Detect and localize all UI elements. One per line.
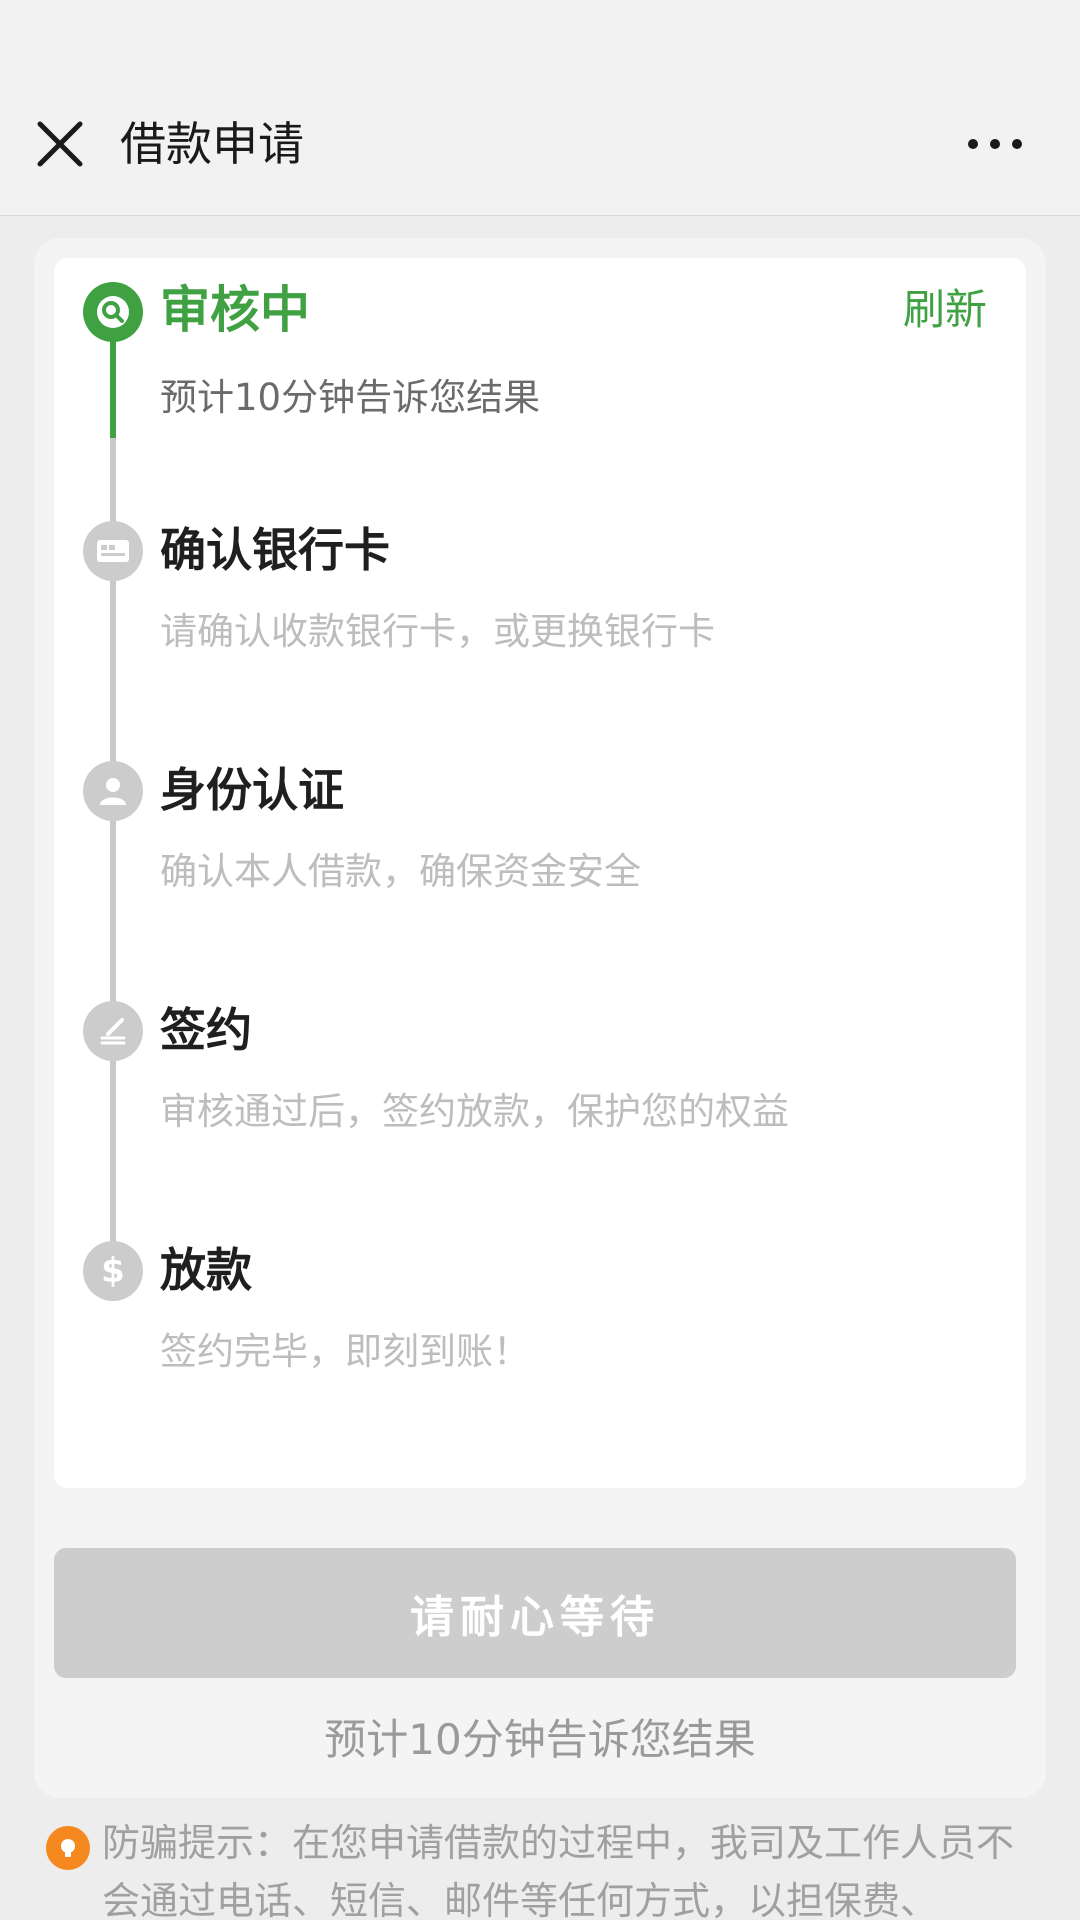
step-identity-desc: 确认本人借款，确保资金安全 [160,850,641,893]
step-sign-desc: 审核通过后，签约放款，保护您的权益 [160,1090,789,1133]
step-bank-card-title: 确认银行卡 [160,523,390,577]
step-sign-icon-badge [83,1001,143,1061]
status-bar [0,0,1080,72]
more-button[interactable] [955,114,1035,174]
step-identity-title: 身份认证 [160,763,344,817]
result-eta-hint: 预计10分钟告诉您结果 [324,1715,756,1764]
svg-text:$: $ [101,1252,125,1290]
fraud-warning-badge [46,1826,90,1870]
sign-pen-icon [100,1018,126,1045]
close-icon [37,121,83,167]
step-identity-icon-badge [83,761,143,821]
page-title: 借款申请 [120,117,304,171]
search-icon [97,296,129,328]
step-bank-card-desc: 请确认收款银行卡，或更换银行卡 [160,610,715,653]
person-icon [100,778,126,805]
step-review-title: 审核中 [160,281,310,339]
step-disburse-desc: 签约完毕，即刻到账！ [160,1330,530,1373]
dollar-icon: $ [101,1252,125,1290]
close-button[interactable] [30,114,90,174]
step-sign-title: 签约 [160,1003,252,1057]
step-disburse-title: 放款 [160,1243,252,1297]
step-bank-card-icon-badge [83,521,143,581]
fraud-notice: 防骗提示：在您申请借款的过程中，我司及工作人员不会通过电话、短信、邮件等任何方式… [102,1821,1015,1920]
refresh-link[interactable]: 刷新 [903,280,987,340]
more-icon [968,139,1022,149]
step-review-desc: 预计10分钟告诉您结果 [160,376,541,419]
step-disburse-icon-badge: $ [83,1241,143,1301]
step-review-icon-badge [83,282,143,342]
lightbulb-icon [61,1839,75,1857]
bank-card-icon [97,540,129,562]
nav-bar: 借款申请 [0,72,1080,216]
wait-button[interactable]: 请耐心等待 [54,1548,1016,1678]
